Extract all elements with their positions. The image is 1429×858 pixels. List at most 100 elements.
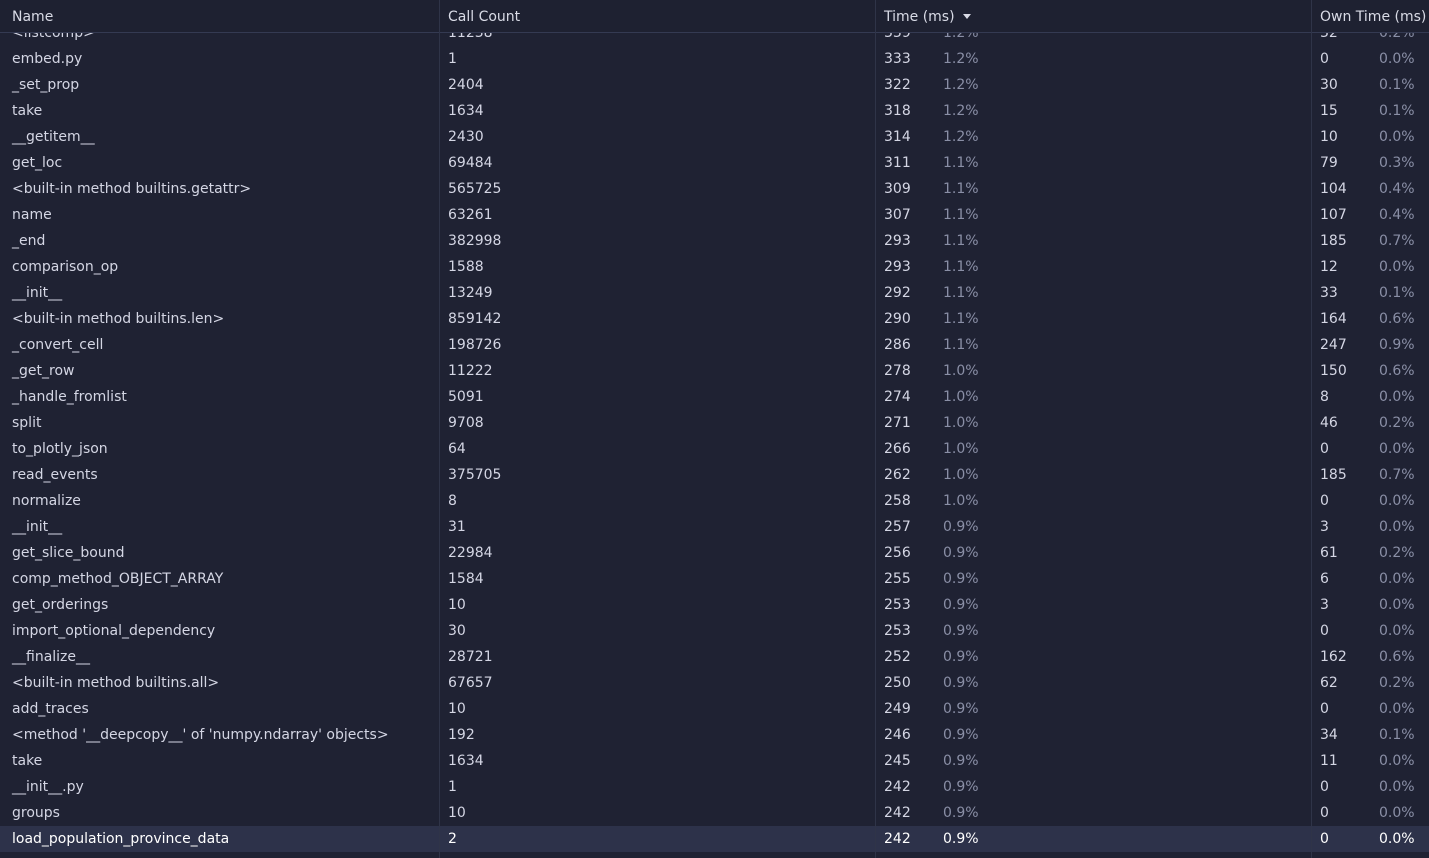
function-name-cell: to_plotly_json (12, 441, 108, 457)
time-percent-cell: 0.9% (943, 727, 979, 743)
function-name-cell: _convert_cell (12, 337, 104, 353)
table-row[interactable]: embed.py 1 333 1.2% 0 0.0% (0, 46, 1429, 72)
table-row[interactable]: <built-in method builtins.len> 859142 290 1… (0, 306, 1429, 332)
table-row[interactable]: <built-in method builtins.all> 67657 250 0.… (0, 670, 1429, 696)
function-name-cell: split (12, 415, 42, 431)
time-percent-cell: 1.1% (943, 181, 979, 197)
table-row[interactable]: get_loc 69484 311 1.1% 79 0.3% (0, 150, 1429, 176)
table-row[interactable]: normalize 8 258 1.0% 0 0.0% (0, 488, 1429, 514)
table-row[interactable]: take 1634 245 0.9% 11 0.0% (0, 748, 1429, 774)
own-time-percent-cell: 0.9% (1379, 337, 1415, 353)
own-time-cell: 15 (1320, 103, 1338, 119)
time-percent-cell: 0.9% (943, 753, 979, 769)
own-time-cell: 6 (1320, 571, 1329, 587)
table-row[interactable]: comparison_op 1588 293 1.1% 12 0.0% (0, 254, 1429, 280)
table-row[interactable]: get_slice_bound 22984 256 0.9% 61 0.2% (0, 540, 1429, 566)
own-time-percent-cell: 0.0% (1379, 831, 1415, 847)
profiler-table: Name Call Count Time (ms) Own Time (ms) … (0, 0, 1429, 858)
call-count-cell: 63261 (448, 207, 493, 223)
function-name-cell: _set_prop (12, 77, 80, 93)
time-percent-cell: 1.1% (943, 259, 979, 275)
call-count-cell: 64 (448, 441, 466, 457)
call-count-cell: 1634 (448, 103, 484, 119)
column-header-name[interactable]: Name (12, 0, 53, 32)
table-row[interactable]: _end 382998 293 1.1% 185 0.7% (0, 228, 1429, 254)
time-cell: 242 (884, 831, 911, 847)
table-row[interactable]: _set_prop 2404 322 1.2% 30 0.1% (0, 72, 1429, 98)
own-time-cell: 185 (1320, 233, 1347, 249)
call-count-cell: 69484 (448, 155, 493, 171)
column-header-own-time[interactable]: Own Time (ms) (1320, 0, 1426, 32)
own-time-cell: 104 (1320, 181, 1347, 197)
table-row[interactable]: __init__ 13249 292 1.1% 33 0.1% (0, 280, 1429, 306)
function-name-cell: comparison_op (12, 259, 119, 275)
time-cell: 322 (884, 77, 911, 93)
column-header-time[interactable]: Time (ms) (884, 0, 971, 32)
table-row[interactable]: load_population_province_data 2 242 0.9% 0 0.… (0, 826, 1429, 852)
column-divider[interactable] (439, 0, 440, 858)
own-time-cell: 0 (1320, 805, 1329, 821)
table-row[interactable]: split 9708 271 1.0% 46 0.2% (0, 410, 1429, 436)
function-name-cell: get_slice_bound (12, 545, 125, 561)
table-row[interactable]: <method '__deepcopy__' of 'numpy.ndarray… (0, 722, 1429, 748)
function-name-cell: get_loc (12, 155, 63, 171)
own-time-cell: 8 (1320, 389, 1329, 405)
table-row[interactable]: __init__ 31 257 0.9% 3 0.0% (0, 514, 1429, 540)
time-cell: 256 (884, 545, 911, 561)
column-divider[interactable] (875, 0, 876, 858)
call-count-cell: 375705 (448, 467, 502, 483)
time-cell: 252 (884, 649, 911, 665)
table-row[interactable]: get_orderings 10 253 0.9% 3 0.0% (0, 592, 1429, 618)
table-row[interactable]: <built-in method builtins.getattr> 565725… (0, 176, 1429, 202)
time-percent-cell: 1.1% (943, 337, 979, 353)
table-row[interactable]: groups 10 242 0.9% 0 0.0% (0, 800, 1429, 826)
own-time-percent-cell: 0.0% (1379, 519, 1415, 535)
own-time-percent-cell: 0.0% (1379, 441, 1415, 457)
function-name-cell: __init__.py (12, 779, 84, 795)
table-row[interactable]: __finalize__ 28721 252 0.9% 162 0.6% (0, 644, 1429, 670)
time-percent-cell: 0.9% (943, 701, 979, 717)
table-row[interactable]: take 1634 318 1.2% 15 0.1% (0, 98, 1429, 124)
table-row[interactable]: _get_row 11222 278 1.0% 150 0.6% (0, 358, 1429, 384)
own-time-cell: 79 (1320, 155, 1338, 171)
own-time-percent-cell: 0.0% (1379, 805, 1415, 821)
function-name-cell: read_events (12, 467, 98, 483)
table-row[interactable]: read_events 375705 262 1.0% 185 0.7% (0, 462, 1429, 488)
call-count-cell: 31 (448, 519, 466, 535)
function-name-cell: __finalize__ (12, 649, 91, 665)
call-count-cell: 1 (448, 779, 457, 795)
own-time-percent-cell: 0.6% (1379, 649, 1415, 665)
table-row[interactable]: _convert_cell 198726 286 1.1% 247 0.9% (0, 332, 1429, 358)
own-time-cell: 3 (1320, 597, 1329, 613)
own-time-cell: 107 (1320, 207, 1347, 223)
time-cell: 318 (884, 103, 911, 119)
own-time-cell: 62 (1320, 675, 1338, 691)
column-divider[interactable] (1311, 0, 1312, 858)
table-row[interactable]: import_optional_dependency 30 253 0.9% 0 0.0% (0, 618, 1429, 644)
table-row[interactable]: comp_method_OBJECT_ARRAY 1584 255 0.9% 6 0.0% (0, 566, 1429, 592)
own-time-cell: 0 (1320, 831, 1329, 847)
table-row[interactable]: __init__.py 1 242 0.9% 0 0.0% (0, 774, 1429, 800)
own-time-percent-cell: 0.0% (1379, 753, 1415, 769)
call-count-cell: 13249 (448, 285, 493, 301)
own-time-cell: 247 (1320, 337, 1347, 353)
table-row[interactable]: name 63261 307 1.1% 107 0.4% (0, 202, 1429, 228)
own-time-cell: 185 (1320, 467, 1347, 483)
call-count-cell: 1584 (448, 571, 484, 587)
time-cell: 333 (884, 51, 911, 67)
table-row[interactable]: add_traces 10 249 0.9% 0 0.0% (0, 696, 1429, 722)
time-cell: 293 (884, 259, 911, 275)
call-count-cell: 67657 (448, 675, 493, 691)
call-count-cell: 2430 (448, 129, 484, 145)
own-time-percent-cell: 0.1% (1379, 103, 1415, 119)
time-percent-cell: 0.9% (943, 831, 979, 847)
table-row[interactable]: _handle_fromlist 5091 274 1.0% 8 0.0% (0, 384, 1429, 410)
own-time-percent-cell: 0.3% (1379, 155, 1415, 171)
time-percent-cell: 1.0% (943, 415, 979, 431)
time-percent-cell: 1.1% (943, 155, 979, 171)
function-name-cell: normalize (12, 493, 81, 509)
table-row[interactable]: to_plotly_json 64 266 1.0% 0 0.0% (0, 436, 1429, 462)
table-row[interactable]: __getitem__ 2430 314 1.2% 10 0.0% (0, 124, 1429, 150)
call-count-cell: 22984 (448, 545, 493, 561)
column-header-call-count[interactable]: Call Count (448, 0, 520, 32)
